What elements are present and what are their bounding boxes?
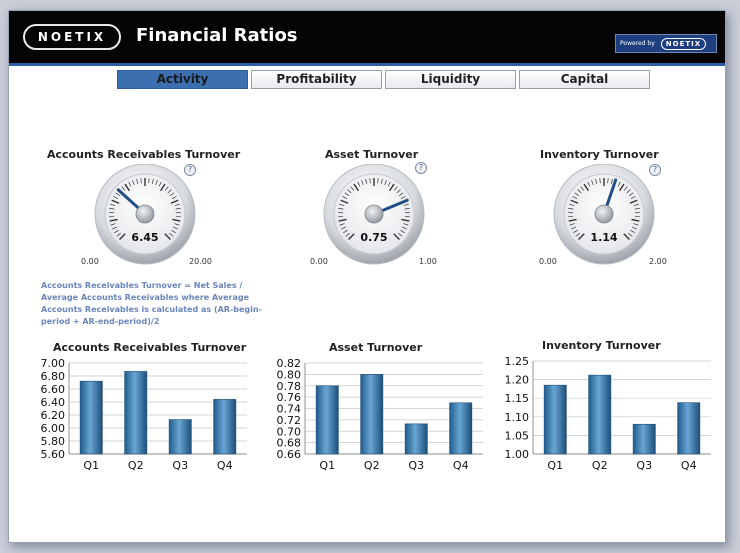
tab-liquidity[interactable]: Liquidity — [385, 70, 516, 89]
y-tick-label: 6.00 — [41, 422, 66, 435]
gauge-hub — [364, 204, 384, 224]
x-tick-label: Q2 — [592, 459, 608, 472]
bar-q1 — [315, 385, 339, 455]
bar-q2 — [588, 374, 612, 455]
chart-title-asset-turnover: Asset Turnover — [329, 341, 423, 354]
x-tick-label: Q1 — [319, 459, 335, 472]
gauge-title-inventory-turnover: Inventory Turnover — [540, 148, 659, 161]
gauge-min-label: 0.00 — [81, 257, 99, 266]
powered-by-label: Powered by — [620, 40, 655, 47]
y-tick-label: 1.25 — [505, 355, 530, 368]
gauge-value-label: 6.45 — [131, 231, 158, 244]
y-tick-label: 6.20 — [41, 409, 66, 422]
y-tick-label: 1.00 — [505, 448, 530, 461]
bar-q3 — [404, 423, 428, 455]
chart-title-inventory-turnover: Inventory Turnover — [542, 339, 661, 352]
y-tick-label: 7.00 — [41, 357, 66, 370]
gauge-min-label: 0.00 — [539, 257, 557, 266]
tab-profitability[interactable]: Profitability — [251, 70, 382, 89]
bar-q3 — [168, 419, 192, 455]
bar-q4 — [677, 402, 701, 455]
x-tick-label: Q2 — [128, 459, 144, 472]
y-tick-label: 1.05 — [505, 429, 530, 442]
tab-activity[interactable]: Activity — [117, 70, 248, 89]
x-tick-label: Q3 — [172, 459, 188, 472]
noetix-logo: NOETIX — [23, 24, 121, 50]
gauge-value-label: 1.14 — [590, 231, 617, 244]
y-tick-label: 0.70 — [277, 425, 302, 438]
bar-chart-asset-turnover: 0.660.680.700.720.740.760.780.800.82 Q1 Q2… — [277, 357, 483, 472]
x-tick-label: Q1 — [547, 459, 563, 472]
y-tick-label: 0.66 — [277, 448, 302, 461]
formula-description: Accounts Receivables Turnover = Net Sale… — [41, 281, 262, 326]
gauge-ar-turnover: 6.45 — [94, 164, 196, 265]
y-tick-label: 6.80 — [41, 370, 66, 383]
powered-by-logo: NOETIX — [660, 37, 707, 50]
y-tick-label: 1.15 — [505, 392, 530, 405]
bar-q2 — [124, 371, 148, 455]
powered-by-badge[interactable]: Powered by NOETIX — [615, 34, 717, 53]
bar-chart-ar-turnover: 5.605.806.006.206.406.606.807.00 Q1 Q2 Q3 Q4 — [41, 357, 247, 472]
y-tick-label: 5.80 — [41, 435, 66, 448]
gauge-max-label: 2.00 — [649, 257, 667, 266]
x-tick-label: Q4 — [681, 459, 697, 472]
y-tick-label: 0.76 — [277, 391, 302, 404]
x-tick-label: Q3 — [636, 459, 652, 472]
gauge-asset-turnover: 0.75 — [323, 164, 425, 265]
x-tick-label: Q4 — [217, 459, 233, 472]
page-title: Financial Ratios — [136, 25, 298, 46]
gauge-hub — [135, 204, 155, 224]
y-tick-label: 0.72 — [277, 414, 302, 427]
gauge-value-label: 0.75 — [360, 231, 387, 244]
x-tick-label: Q4 — [453, 459, 469, 472]
tab-capital[interactable]: Capital — [519, 70, 650, 89]
bar-q4 — [213, 399, 237, 455]
app-window: NOETIX Financial Ratios Powered by NOETI… — [8, 10, 726, 543]
bar-q3 — [632, 423, 656, 455]
gauge-inventory-turnover: 1.14 — [553, 164, 655, 265]
y-tick-label: 0.80 — [277, 368, 302, 381]
x-tick-label: Q2 — [364, 459, 380, 472]
y-tick-label: 0.82 — [277, 357, 302, 370]
x-tick-label: Q1 — [83, 459, 99, 472]
y-tick-label: 0.78 — [277, 380, 302, 393]
gauge-max-label: 20.00 — [189, 257, 212, 266]
bar-q1 — [79, 380, 103, 455]
x-tick-label: Q3 — [408, 459, 424, 472]
gauge-max-label: 1.00 — [419, 257, 437, 266]
bar-q1 — [543, 384, 567, 455]
y-tick-label: 5.60 — [41, 448, 66, 461]
y-tick-label: 6.40 — [41, 396, 66, 409]
gauge-hub — [594, 204, 614, 224]
gauge-title-asset-turnover: Asset Turnover — [325, 148, 419, 161]
header-bar: NOETIX Financial Ratios Powered by NOETI… — [9, 11, 725, 63]
y-tick-label: 6.60 — [41, 383, 66, 396]
gauge-title-ar-turnover: Accounts Receivables Turnover — [47, 148, 241, 161]
bar-q4 — [449, 402, 473, 455]
bar-chart-inventory-turnover: 1.00 1.05 1.10 1.15 1.20 1.25 Q1 Q2 Q3 Q4 — [505, 355, 711, 472]
tab-bar: Activity Profitability Liquidity Capital — [117, 70, 650, 89]
y-tick-label: 1.20 — [505, 374, 530, 387]
y-tick-label: 0.74 — [277, 403, 302, 416]
gauge-min-label: 0.00 — [310, 257, 328, 266]
bar-q2 — [360, 374, 384, 455]
chart-title-ar-turnover: Accounts Receivables Turnover — [53, 341, 247, 354]
header-divider — [9, 63, 725, 66]
y-tick-label: 1.10 — [505, 411, 530, 424]
y-tick-label: 0.68 — [277, 437, 302, 450]
